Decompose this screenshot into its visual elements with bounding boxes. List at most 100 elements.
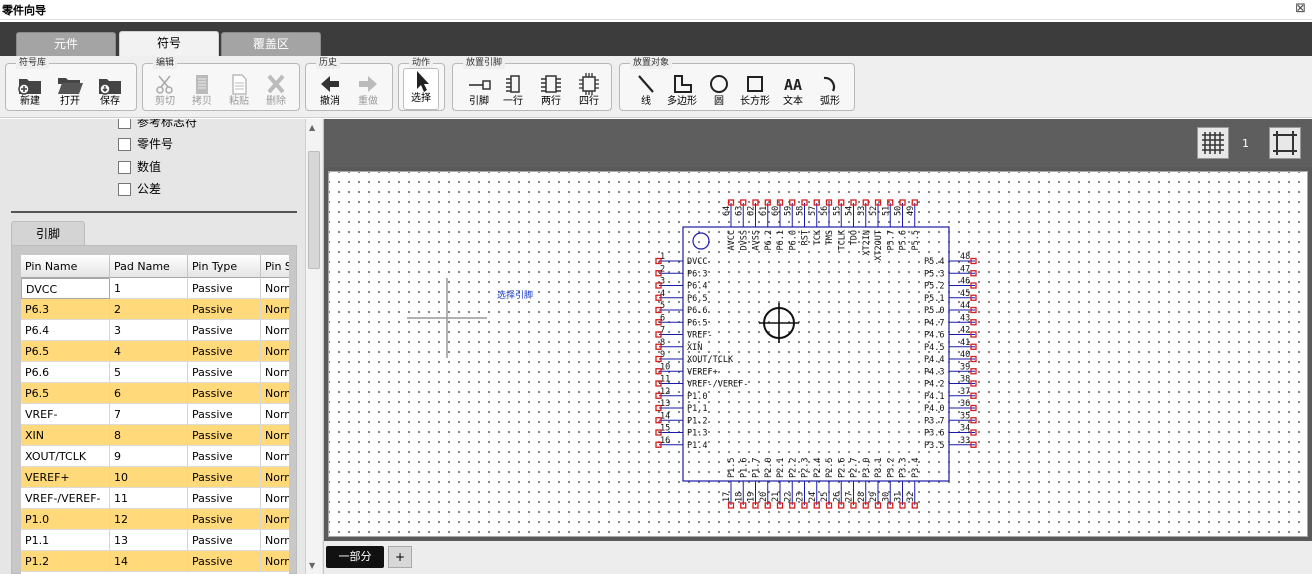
cell-pin-name[interactable]: P6.4 bbox=[21, 320, 110, 341]
arc-button[interactable]: 弧形 bbox=[812, 72, 848, 110]
pin-23-number[interactable]: 23 bbox=[796, 492, 806, 502]
pin-25-number[interactable]: 25 bbox=[820, 492, 830, 502]
tab-symbol[interactable]: 符号 bbox=[119, 31, 219, 56]
cell-pad-name[interactable]: 4 bbox=[110, 341, 188, 362]
table-row[interactable]: P6.65PassiveNormal bbox=[21, 362, 289, 383]
pin-36-name[interactable]: P4.0 bbox=[924, 404, 944, 414]
cell-pad-name[interactable]: 5 bbox=[110, 362, 188, 383]
add-part-button[interactable]: + bbox=[388, 546, 412, 568]
pin-5-number[interactable]: 5 bbox=[660, 301, 665, 311]
grid-toggle-button[interactable] bbox=[1197, 127, 1229, 159]
pin-38-number[interactable]: 38 bbox=[960, 375, 970, 385]
cell-pin-name[interactable]: VREF- bbox=[21, 404, 110, 425]
pin-26-number[interactable]: 26 bbox=[832, 492, 842, 502]
pin-45-number[interactable]: 45 bbox=[960, 289, 970, 299]
pin-32-name[interactable]: P3.4 bbox=[911, 458, 921, 478]
pin-53-name[interactable]: XT2IN bbox=[862, 230, 872, 256]
checkbox-tolerance[interactable]: 公差 bbox=[118, 182, 161, 198]
pin-30-name[interactable]: P3.2 bbox=[886, 458, 896, 478]
pin-4-name[interactable]: P6.5 bbox=[687, 294, 707, 304]
drawing-canvas[interactable]: 选择引脚 1 DVCC 2 P6.3 3 P6.4 4 P6.5 5 P6.6 6 P6.5 7 VREF-… bbox=[328, 171, 1308, 537]
cell-pad-name[interactable]: 7 bbox=[110, 404, 188, 425]
pin-7-number[interactable]: 7 bbox=[660, 326, 665, 336]
cell-pin-style[interactable]: Normal bbox=[261, 551, 289, 572]
pin-52-number[interactable]: 52 bbox=[869, 206, 879, 216]
pin-36-number[interactable]: 36 bbox=[960, 399, 970, 409]
pin-19-name[interactable]: P1.7 bbox=[752, 458, 762, 478]
pin-61-number[interactable]: 61 bbox=[759, 206, 769, 216]
checkbox-value[interactable]: 数值 bbox=[118, 160, 161, 176]
column-header-pin-style[interactable]: Pin Style bbox=[261, 255, 289, 278]
pin-63-name[interactable]: DVSS bbox=[739, 230, 749, 250]
pins-table[interactable]: Pin Name Pad Name Pin Type Pin Style DVC… bbox=[21, 255, 289, 574]
tab-footprint[interactable]: 覆盖区 bbox=[221, 32, 321, 56]
scroll-down-icon[interactable]: ▼ bbox=[309, 561, 315, 570]
table-row[interactable]: XIN8PassiveNormal bbox=[21, 425, 289, 446]
pin-33-number[interactable]: 33 bbox=[960, 436, 970, 446]
cell-pin-style[interactable]: Normal bbox=[261, 362, 289, 383]
pin-button[interactable]: 引脚 bbox=[461, 72, 497, 110]
cell-pin-style[interactable]: Normal bbox=[261, 299, 289, 320]
column-header-pin-type[interactable]: Pin Type bbox=[188, 255, 261, 278]
pin-14-name[interactable]: P1.2 bbox=[687, 416, 707, 426]
pin-24-name[interactable]: P2.4 bbox=[813, 458, 823, 478]
pin-2-number[interactable]: 2 bbox=[660, 264, 665, 274]
pin-13-name[interactable]: P1.1 bbox=[687, 404, 707, 414]
cell-pad-name[interactable]: 10 bbox=[110, 467, 188, 488]
pin-31-name[interactable]: P3.3 bbox=[899, 458, 909, 478]
pin-33-name[interactable]: P3.5 bbox=[924, 441, 944, 451]
cell-pin-style[interactable]: Normal bbox=[261, 341, 289, 362]
pin-20-number[interactable]: 20 bbox=[759, 492, 769, 502]
cell-pin-name[interactable]: DVCC bbox=[21, 278, 110, 299]
table-row[interactable]: P6.43PassiveNormal bbox=[21, 320, 289, 341]
pin-9-number[interactable]: 9 bbox=[660, 350, 665, 360]
pin-32-number[interactable]: 32 bbox=[906, 492, 916, 502]
tab-part-one[interactable]: 一部分 bbox=[326, 546, 384, 568]
cell-pin-style[interactable]: Normal bbox=[261, 488, 289, 509]
cell-pad-name[interactable]: 13 bbox=[110, 530, 188, 551]
pin-15-number[interactable]: 15 bbox=[660, 424, 670, 434]
pin-48-name[interactable]: P5.4 bbox=[924, 257, 944, 267]
cell-pad-name[interactable]: 11 bbox=[110, 488, 188, 509]
cell-pin-name[interactable]: P1.2 bbox=[21, 551, 110, 572]
pin-53-number[interactable]: 53 bbox=[857, 206, 867, 216]
circle-button[interactable]: 圆 bbox=[701, 72, 737, 110]
pin-27-number[interactable]: 27 bbox=[845, 492, 855, 502]
pin-47-number[interactable]: 47 bbox=[960, 264, 970, 274]
cell-pin-name[interactable]: VEREF+ bbox=[21, 467, 110, 488]
cell-pad-name[interactable]: 9 bbox=[110, 446, 188, 467]
pin-34-number[interactable]: 34 bbox=[960, 424, 970, 434]
pin-29-name[interactable]: P3.1 bbox=[874, 458, 884, 478]
pin-14-number[interactable]: 14 bbox=[660, 411, 670, 421]
cell-pin-type[interactable]: Passive bbox=[188, 425, 261, 446]
pin-43-number[interactable]: 43 bbox=[960, 313, 970, 323]
table-row[interactable]: VEREF+10PassiveNormal bbox=[21, 467, 289, 488]
pin-12-number[interactable]: 12 bbox=[660, 387, 670, 397]
pin-39-number[interactable]: 39 bbox=[960, 362, 970, 372]
pin-17-number[interactable]: 17 bbox=[722, 492, 732, 502]
table-row[interactable]: VREF-/VEREF-11PassiveNormal bbox=[21, 488, 289, 509]
cell-pin-style[interactable]: Normal bbox=[261, 425, 289, 446]
undo-button[interactable]: 撤消 bbox=[312, 72, 348, 110]
cell-pin-style[interactable]: Normal bbox=[261, 530, 289, 551]
table-row[interactable]: DVCC1PassiveNormal bbox=[21, 278, 289, 299]
pin-5-name[interactable]: P6.6 bbox=[687, 306, 707, 316]
pin-51-number[interactable]: 51 bbox=[881, 206, 891, 216]
pin-52-name[interactable]: XT2OUT bbox=[874, 230, 884, 261]
pin-23-name[interactable]: P2.3 bbox=[801, 458, 811, 478]
cut-button[interactable]: 剪切 bbox=[147, 72, 183, 110]
cell-pin-name[interactable]: P6.5 bbox=[21, 383, 110, 404]
pin-55-name[interactable]: TCLK bbox=[837, 229, 847, 250]
pin-56-number[interactable]: 56 bbox=[820, 206, 830, 216]
table-row[interactable]: P6.56PassiveNormal bbox=[21, 383, 289, 404]
pin-8-number[interactable]: 8 bbox=[660, 338, 665, 348]
pin-37-number[interactable]: 37 bbox=[960, 387, 970, 397]
pin-47-name[interactable]: P5.3 bbox=[924, 269, 944, 279]
pin-30-number[interactable]: 30 bbox=[881, 492, 891, 502]
checkbox-box[interactable] bbox=[118, 183, 131, 196]
table-row[interactable]: XOUT/TCLK9PassiveNormal bbox=[21, 446, 289, 467]
pin-42-number[interactable]: 42 bbox=[960, 326, 970, 336]
pin-45-name[interactable]: P5.1 bbox=[924, 294, 944, 304]
scroll-up-icon[interactable]: ▲ bbox=[309, 123, 315, 132]
select-button[interactable]: 选择 bbox=[403, 68, 439, 110]
